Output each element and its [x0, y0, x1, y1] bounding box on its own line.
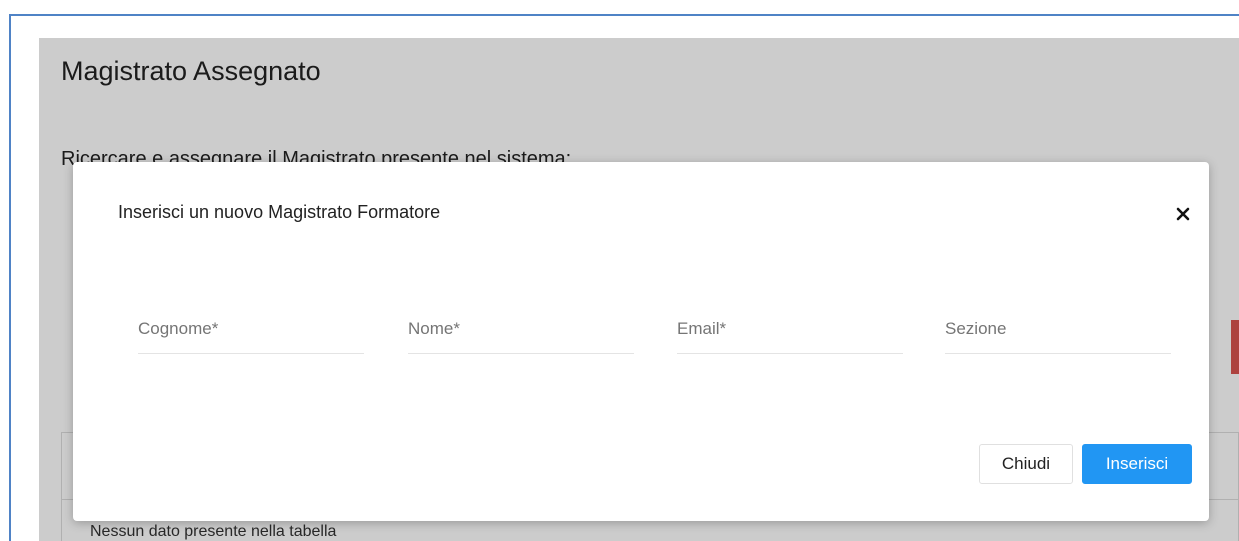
insert-magistrato-modal: Inserisci un nuovo Magistrato Formatore …: [73, 162, 1209, 521]
close-icon[interactable]: [1171, 202, 1195, 226]
chiudi-button[interactable]: Chiudi: [979, 444, 1073, 484]
email-input[interactable]: [677, 314, 903, 344]
email-field: [677, 314, 903, 354]
inserisci-button[interactable]: Inserisci: [1082, 444, 1192, 484]
sezione-input[interactable]: [945, 314, 1171, 344]
nome-field: [408, 314, 634, 354]
cognome-field: [138, 314, 364, 354]
cognome-input[interactable]: [138, 314, 364, 344]
modal-title: Inserisci un nuovo Magistrato Formatore: [118, 202, 441, 222]
sezione-field: [945, 314, 1171, 354]
nome-input[interactable]: [408, 314, 634, 344]
